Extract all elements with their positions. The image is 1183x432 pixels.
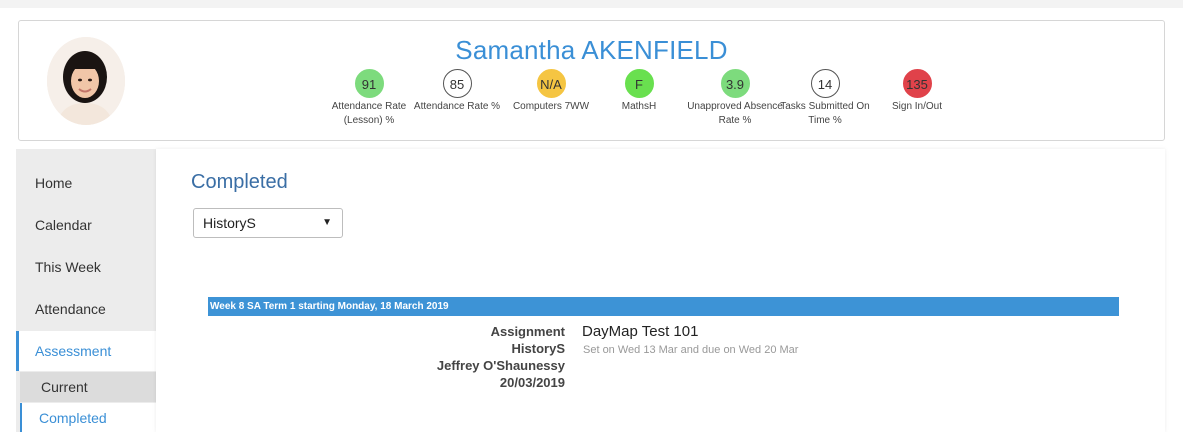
nav-attendance[interactable]: Attendance	[16, 289, 156, 329]
nav-sub-current[interactable]: Current	[20, 372, 156, 402]
main-panel: Completed HistoryS ▼ Week 8 SA Term 1 st…	[156, 149, 1165, 432]
student-header: Samantha AKENFIELD 91 Attendance Rate (Le…	[18, 20, 1165, 141]
metric-item[interactable]: 14 Tasks Submitted On Time %	[777, 69, 873, 128]
week-header: Week 8 SA Term 1 starting Monday, 18 Mar…	[208, 297, 1119, 316]
task-meta: Assignment HistoryS Jeffrey O'Shaunessy …	[437, 323, 565, 391]
task-type: Assignment	[490, 324, 565, 339]
subject-select-value: HistoryS	[203, 215, 256, 231]
metric-value: 3.9	[720, 69, 750, 98]
metric-item[interactable]: 135 Sign In/Out	[869, 69, 965, 114]
sidebar: Home Calendar This Week Attendance Asses…	[16, 149, 156, 432]
metric-label: Tasks Submitted On Time %	[780, 101, 870, 126]
task-teacher: Jeffrey O'Shaunessy	[436, 358, 565, 373]
student-name: Samantha AKENFIELD	[455, 35, 728, 65]
metric-label: Attendance Rate (Lesson) %	[331, 101, 407, 126]
nav-sub-completed[interactable]: Completed	[20, 403, 156, 432]
nav-home[interactable]: Home	[16, 163, 156, 203]
metric-value: F	[624, 69, 654, 98]
metric-value: N/A	[536, 69, 566, 98]
metric-value: 91	[354, 69, 384, 98]
metric-label: Attendance Rate %	[413, 101, 501, 112]
task-date: 20/03/2019	[499, 375, 565, 390]
metric-value: 14	[810, 69, 840, 98]
metric-value: 85	[442, 69, 472, 98]
subject-select[interactable]: HistoryS ▼	[193, 208, 343, 238]
metric-item[interactable]: F MathsH	[591, 69, 687, 114]
metric-value: 135	[902, 69, 932, 98]
dropdown-arrow-icon: ▼	[322, 217, 332, 228]
metric-label: Unapproved Absence Rate %	[687, 101, 783, 126]
top-strip	[0, 0, 1183, 8]
metric-item[interactable]: N/A Computers 7WW	[503, 69, 599, 114]
nav-this-week[interactable]: This Week	[16, 247, 156, 287]
task-details: Set on Wed 13 Mar and due on Wed 20 Mar	[583, 344, 799, 356]
metric-item[interactable]: 3.9 Unapproved Absence Rate %	[687, 69, 783, 128]
metric-label: Computers 7WW	[512, 101, 590, 112]
nav-assessment[interactable]: Assessment	[16, 331, 156, 371]
metric-label: MathsH	[621, 101, 657, 112]
metric-label: Sign In/Out	[891, 101, 943, 112]
task-subject: HistoryS	[511, 341, 565, 356]
page-title: Completed	[191, 171, 288, 193]
metric-item[interactable]: 91 Attendance Rate (Lesson) %	[321, 69, 417, 128]
task-title-link[interactable]: DayMap Test 101	[582, 323, 698, 340]
nav-calendar[interactable]: Calendar	[16, 205, 156, 245]
metric-item[interactable]: 85 Attendance Rate %	[409, 69, 505, 114]
